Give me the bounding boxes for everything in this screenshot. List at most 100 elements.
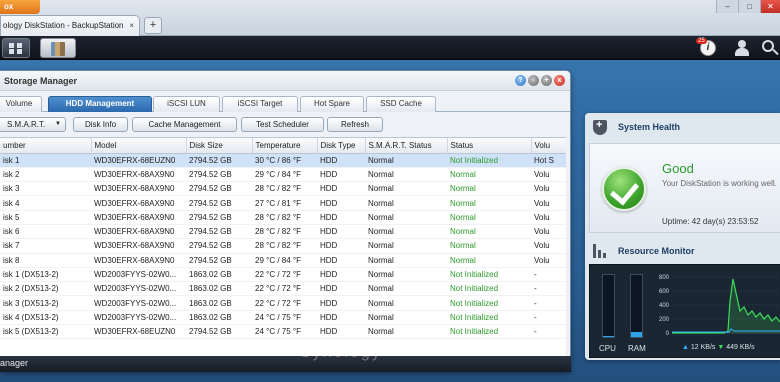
close-window-button[interactable]: ✕ [760,0,780,13]
cell-model: WD2003FYYS-02W0... [91,295,186,311]
cell-status: Not Initialized [447,295,531,311]
close-tab-icon[interactable]: × [129,21,134,30]
test-scheduler-button[interactable]: Test Scheduler [241,117,324,132]
cell-volume: Hot S [531,153,566,168]
tab-iscsi-lun[interactable]: iSCSI LUN [153,96,220,112]
table-row[interactable]: isk 4 (DX513-2) WD2003FYYS-02W0... 1863.02… [0,310,566,326]
table-row[interactable]: isk 2 WD30EFRX-68AX9N0 2794.52 GB 29 °C / 8… [0,167,566,183]
table-row[interactable]: isk 2 (DX513-2) WD2003FYYS-02W0... 1863.02… [0,281,566,297]
main-menu-button[interactable] [2,38,30,58]
search-icon[interactable] [762,40,774,52]
close-icon[interactable]: x [554,75,565,86]
cell-size: 2794.52 GB [186,210,252,225]
cell-status: Not Initialized [447,310,531,326]
table-row[interactable]: isk 5 (DX513-2) WD30EFRX-68EUZN0 2794.52 G… [0,324,566,340]
cpu-gauge [602,274,615,338]
storage-manager-taskbar-button[interactable] [40,38,76,58]
column-header-disk-size[interactable]: Disk Size [186,138,253,154]
cell-volume: - [531,295,566,311]
system-health-title: System Health [618,122,681,132]
tab-volume[interactable]: Volume [0,96,42,112]
tab-hdd-management[interactable]: HDD Management [48,96,152,112]
column-header-disk-type[interactable]: Disk Type [317,138,366,154]
user-icon[interactable] [734,40,750,56]
table-row[interactable]: isk 5 WD30EFRX-68AX9N0 2794.52 GB 28 °C / 8… [0,210,566,225]
cell-number: isk 1 (DX513-2) [0,267,91,283]
ram-label: RAM [628,344,646,353]
system-health-header: System Health [585,113,780,139]
ram-gauge-fill [631,332,642,337]
column-header-smart-status[interactable]: S.M.A.R.T. Status [365,138,448,154]
tab-ssd-cache[interactable]: SSD Cache [366,96,436,112]
cell-status: Not Initialized [447,153,531,168]
tab-hot-spare[interactable]: Hot Spare [300,96,364,112]
cell-type: HDD [317,253,365,268]
browser-tab[interactable]: ology DiskStation - BackupStation × [0,15,140,36]
cell-model: WD2003FYYS-02W0... [91,281,186,297]
cell-smart: Normal [365,195,447,211]
table-row[interactable]: isk 1 (DX513-2) WD2003FYYS-02W0... 1863.02… [0,267,566,283]
window-titlebar[interactable]: Storage Manager ? - + x [0,71,570,91]
ram-gauge [630,274,643,338]
cell-temp: 22 °C / 72 °F [252,281,317,297]
cell-size: 1863.02 GB [186,310,252,326]
table-row[interactable]: isk 1 WD30EFRX-68EUZN0 2794.52 GB 30 °C / 8… [0,153,566,168]
desktop-background-logo: Synology [300,344,382,361]
chart-tick-800: 800 [659,275,670,281]
cell-temp: 28 °C / 82 °F [252,238,317,254]
cell-temp: 28 °C / 82 °F [252,224,317,240]
cell-smart: Normal [365,310,447,326]
tab-bar: Volume HDD Management iSCSI LUN iSCSI Ta… [0,95,570,112]
browser-bar: ox ology DiskStation - BackupStation × +… [0,0,780,36]
cell-number: isk 4 [0,195,91,211]
cell-size: 1863.02 GB [186,267,252,283]
footer-label: anager [0,358,29,368]
minimize-window-button[interactable]: – [716,0,738,13]
table-row[interactable]: isk 4 WD30EFRX-68AX9N0 2794.52 GB 27 °C / 8… [0,195,566,211]
cell-size: 2794.52 GB [186,195,252,211]
cell-status: Not Initialized [447,281,531,297]
cell-type: HDD [317,210,365,225]
column-header-model[interactable]: Model [91,138,187,154]
cell-model: WD2003FYYS-02W0... [91,267,186,283]
cell-size: 1863.02 GB [186,295,252,311]
resource-monitor-title: Resource Monitor [618,246,695,256]
maximize-icon[interactable]: + [541,75,552,86]
cell-size: 2794.52 GB [186,224,252,240]
cell-volume: - [531,281,566,297]
cell-size: 1863.02 GB [186,281,252,297]
table-row[interactable]: isk 6 WD30EFRX-68AX9N0 2794.52 GB 28 °C / 8… [0,224,566,240]
cell-volume: Volu [531,181,566,197]
cell-temp: 24 °C / 75 °F [252,324,317,340]
smart-menu-label: S.M.A.R.T. [7,120,46,129]
maximize-window-button[interactable]: □ [738,0,760,13]
column-header-volume[interactable]: Volu [531,138,566,154]
column-header-number[interactable]: umber [0,138,92,154]
column-header-status[interactable]: Status [447,138,532,154]
smart-menu-button[interactable]: S.M.A.R.T. ▼ [0,117,66,132]
tab-iscsi-target[interactable]: iSCSI Target [222,96,298,112]
resource-monitor-header: Resource Monitor [585,237,780,263]
new-tab-button[interactable]: + [144,17,162,34]
refresh-button[interactable]: Refresh [327,117,383,132]
window-footer: anager [0,356,571,372]
minimize-icon[interactable]: - [528,75,539,86]
firefox-menu-button[interactable]: ox [0,0,40,14]
shield-icon [593,119,607,135]
cache-management-button[interactable]: Cache Management [132,117,237,132]
cell-number: isk 6 [0,224,91,240]
help-icon[interactable]: ? [515,75,526,86]
cell-smart: Normal [365,253,447,268]
window-controls: – □ ✕ [716,0,780,13]
table-row[interactable]: isk 8 WD30EFRX-68AX9N0 2794.52 GB 29 °C / 8… [0,253,566,268]
cell-smart: Normal [365,281,447,297]
cell-status: Normal [447,195,531,211]
table-row[interactable]: isk 3 (DX513-2) WD2003FYYS-02W0... 1863.02… [0,295,566,311]
table-row[interactable]: isk 7 WD30EFRX-68AX9N0 2794.52 GB 28 °C / 8… [0,238,566,254]
column-header-temperature[interactable]: Temperature [252,138,318,154]
table-row[interactable]: isk 3 WD30EFRX-68AX9N0 2794.52 GB 28 °C / 8… [0,181,566,197]
cell-temp: 28 °C / 82 °F [252,181,317,197]
disk-info-button[interactable]: Disk Info [73,117,128,132]
cell-type: HDD [317,224,365,240]
cell-model: WD30EFRX-68EUZN0 [91,324,186,340]
